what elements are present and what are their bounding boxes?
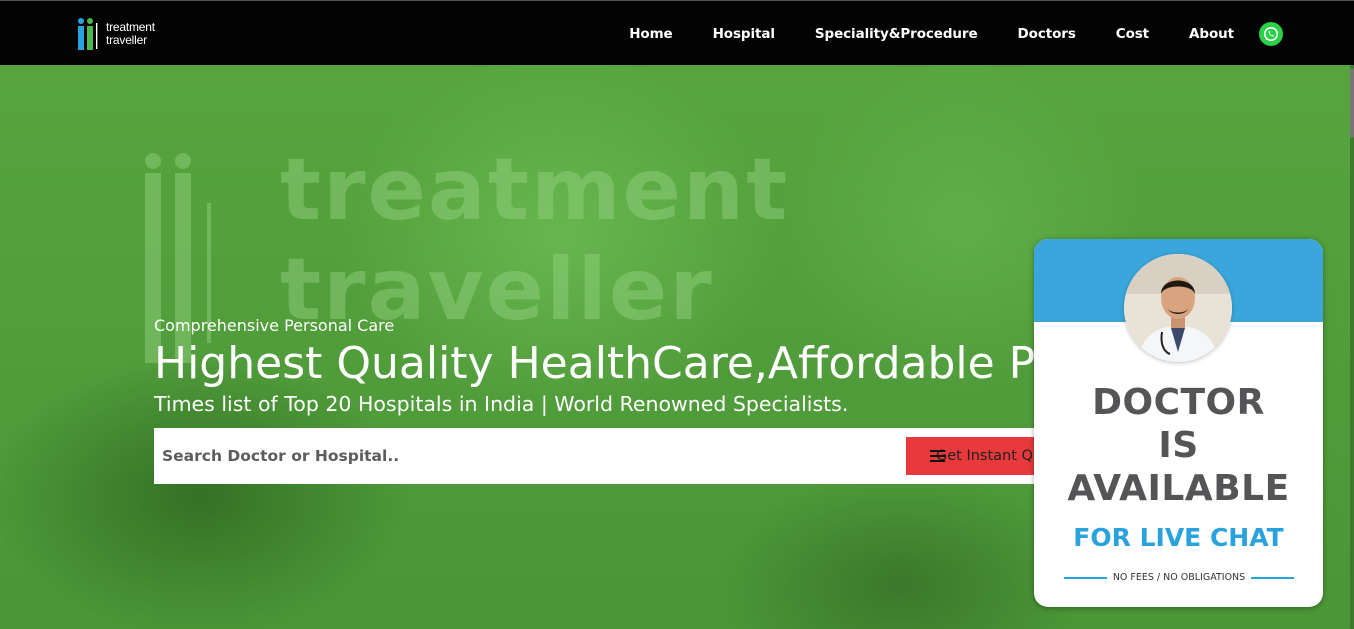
scrollbar-thumb[interactable] [1350,68,1354,138]
nav-home[interactable]: Home [629,26,673,42]
search-bar: Get Instant Quote [154,428,1056,484]
logo-mark-icon [78,18,98,50]
scrollbar-track[interactable] [1350,65,1354,629]
logo-text: treatment traveller [106,21,155,47]
top-navbar: treatment traveller Home Hospital Specia… [0,0,1354,65]
whatsapp-icon[interactable] [1259,22,1283,46]
logo-line-2: traveller [106,33,147,47]
nav-cost[interactable]: Cost [1116,26,1149,42]
nav-hospital[interactable]: Hospital [713,26,775,42]
nav-about[interactable]: About [1189,26,1234,42]
divider-right [1251,576,1295,579]
nav-speciality-procedure[interactable]: Speciality&Procedure [815,26,978,42]
hero-tagline: Comprehensive Personal Care [154,316,395,335]
watermark-line-1: treatment [280,140,790,240]
live-chat-widget[interactable]: DOCTOR IS AVAILABLE FOR LIVE CHAT NO FEE… [1034,239,1323,607]
chat-widget-note-text: NO FEES / NO OBLIGATIONS [1112,572,1246,583]
chat-widget-cta: FOR LIVE CHAT [1073,523,1284,552]
chat-widget-note: NO FEES / NO OBLIGATIONS [1064,572,1295,583]
doctor-portrait-icon [1124,254,1232,362]
chat-title-line-1: DOCTOR [1092,382,1265,423]
nav-menu: Home Hospital Speciality&Procedure Docto… [589,1,1234,66]
watermark-text: treatment traveller [280,140,789,340]
chat-title-line-3: AVAILABLE [1067,468,1290,509]
site-logo[interactable]: treatment traveller [76,17,176,53]
chat-widget-title: DOCTOR IS AVAILABLE [1034,381,1323,510]
chat-title-line-2: IS [1158,425,1199,466]
whatsapp-glyph-icon [1264,27,1278,41]
hero-headline: Highest Quality HealthCare,Affordable Pr… [154,338,1139,389]
doctor-avatar [1124,254,1232,362]
nav-doctors[interactable]: Doctors [1018,26,1076,42]
search-input[interactable] [154,428,894,484]
hero-subline: Times list of Top 20 Hospitals in India … [154,392,849,416]
divider-left [1064,576,1107,579]
